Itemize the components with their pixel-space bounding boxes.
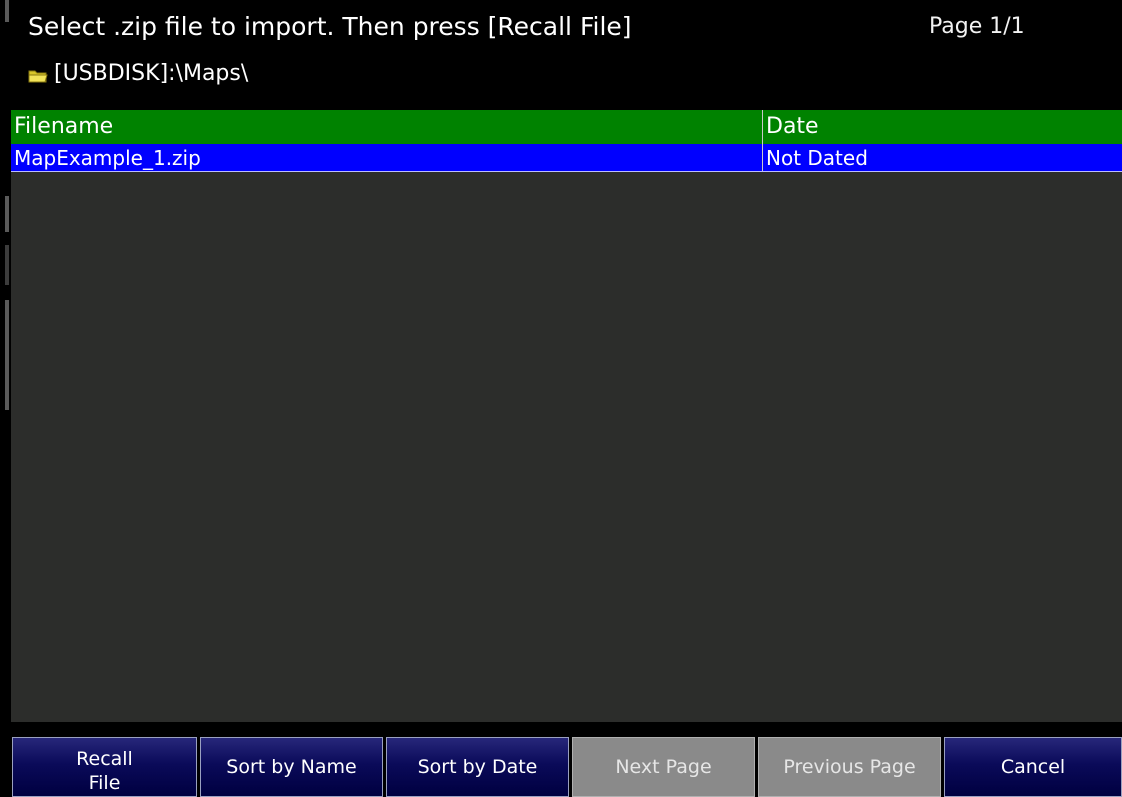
column-header-date[interactable]: Date bbox=[766, 114, 819, 139]
column-divider bbox=[762, 144, 763, 171]
file-list[interactable]: Filename Date MapExample_1.zip Not Dated bbox=[11, 110, 1122, 722]
column-header-row: Filename Date bbox=[11, 110, 1122, 144]
recall-file-label: Recall File bbox=[76, 748, 133, 794]
previous-page-label: Previous Page bbox=[783, 756, 916, 778]
cancel-label: Cancel bbox=[1000, 756, 1066, 778]
cancel-button[interactable]: Cancel bbox=[944, 737, 1122, 797]
dialog-header: Select .zip file to import. Then press [… bbox=[11, 0, 1122, 110]
path-text: [USBDISK]:\Maps\ bbox=[54, 60, 249, 86]
page-indicator: Page 1/1 bbox=[929, 14, 1025, 39]
current-path: [USBDISK]:\Maps\ bbox=[28, 57, 248, 89]
folder-icon bbox=[28, 65, 48, 83]
file-import-dialog: Select .zip file to import. Then press [… bbox=[0, 0, 1122, 797]
column-header-filename[interactable]: Filename bbox=[14, 114, 113, 139]
left-edge-strip bbox=[0, 0, 11, 797]
softkey-bar: Recall File Sort by Name Sort by Date Ne… bbox=[11, 722, 1122, 797]
sort-by-date-label: Sort by Date bbox=[417, 756, 538, 778]
dialog-title: Select .zip file to import. Then press [… bbox=[28, 12, 632, 41]
previous-page-button[interactable]: Previous Page bbox=[758, 737, 941, 797]
next-page-label: Next Page bbox=[615, 756, 712, 778]
row-date: Not Dated bbox=[766, 146, 868, 170]
row-filename: MapExample_1.zip bbox=[14, 146, 201, 170]
sort-by-name-label: Sort by Name bbox=[226, 756, 357, 778]
softkey-bar-top bbox=[11, 722, 1122, 736]
sort-by-name-button[interactable]: Sort by Name bbox=[200, 737, 383, 797]
column-divider bbox=[762, 110, 763, 144]
table-row[interactable]: MapExample_1.zip Not Dated bbox=[11, 144, 1122, 172]
recall-file-button[interactable]: Recall File bbox=[12, 737, 197, 797]
next-page-button[interactable]: Next Page bbox=[572, 737, 755, 797]
sort-by-date-button[interactable]: Sort by Date bbox=[386, 737, 569, 797]
